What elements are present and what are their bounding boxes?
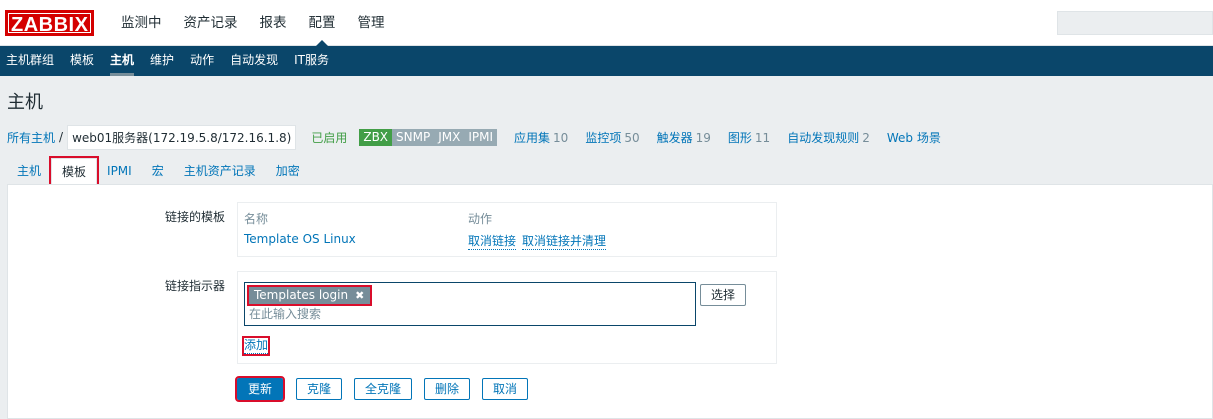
top-menu-administration[interactable]: 管理 bbox=[347, 0, 396, 46]
unlink-button[interactable]: 取消链接 bbox=[468, 232, 517, 250]
stat-graphs-count: 11 bbox=[754, 130, 771, 145]
tab-macros[interactable]: 宏 bbox=[142, 158, 174, 184]
update-button[interactable]: 更新 bbox=[234, 376, 286, 402]
stat-discovery-rules-label[interactable]: 自动发现规则 bbox=[787, 131, 859, 145]
host-breadcrumb-bar: 所有主机 / web01服务器(172.19.5.8/172.16.1.8) 已… bbox=[7, 124, 1213, 150]
zabbix-logo[interactable]: ZABBIX bbox=[5, 10, 95, 36]
linked-templates-label: 链接的模板 bbox=[164, 210, 225, 224]
availability-badges: ZBX SNMP JMX IPMI bbox=[359, 128, 498, 146]
badge-jmx: JMX bbox=[434, 128, 465, 146]
cancel-button[interactable]: 取消 bbox=[482, 378, 529, 400]
breadcrumb-all-hosts[interactable]: 所有主机 bbox=[7, 129, 55, 146]
top-menu-monitoring[interactable]: 监测中 bbox=[110, 0, 173, 46]
sub-menu-host-groups[interactable]: 主机群组 bbox=[0, 46, 62, 76]
stat-items[interactable]: 监控项 50 bbox=[585, 129, 639, 146]
stat-items-label[interactable]: 监控项 bbox=[585, 131, 621, 145]
sub-menu-actions[interactable]: 动作 bbox=[182, 46, 222, 76]
stat-discovery-rules-count: 2 bbox=[862, 130, 870, 145]
col-action-header: 动作 bbox=[468, 212, 493, 226]
full-clone-button[interactable]: 全克隆 bbox=[354, 378, 413, 400]
sub-menu-discovery[interactable]: 自动发现 bbox=[222, 46, 286, 76]
top-menu-inventory[interactable]: 资产记录 bbox=[173, 0, 249, 46]
stat-applications[interactable]: 应用集 10 bbox=[514, 129, 568, 146]
sub-menu-hosts[interactable]: 主机 bbox=[102, 46, 142, 76]
templates-form-panel: 链接的模板 名称 动作 Template OS Linux 取消链接 取消链接并… bbox=[7, 184, 1213, 419]
link-new-templates-label: 链接指示器 bbox=[164, 279, 225, 293]
tab-encryption[interactable]: 加密 bbox=[266, 158, 310, 184]
breadcrumb-separator: / bbox=[59, 130, 64, 144]
link-new-templates-box: Templates login ✖ 选择 添加 bbox=[237, 271, 777, 364]
tab-templates[interactable]: 模板 bbox=[49, 156, 100, 186]
stat-web-scenarios-label[interactable]: Web 场景 bbox=[887, 131, 941, 145]
stat-graphs-label[interactable]: 图形 bbox=[728, 131, 752, 145]
stat-triggers[interactable]: 触发器 19 bbox=[657, 129, 711, 146]
global-search-input[interactable] bbox=[1057, 11, 1213, 35]
linked-template-name[interactable]: Template OS Linux bbox=[244, 232, 356, 246]
sub-menu-maintenance[interactable]: 维护 bbox=[142, 46, 182, 76]
selected-template-chip: Templates login ✖ bbox=[246, 285, 373, 306]
remove-chip-icon[interactable]: ✖ bbox=[355, 287, 364, 304]
host-status-enabled[interactable]: 已启用 bbox=[311, 129, 347, 146]
top-menu-configuration[interactable]: 配置 bbox=[298, 0, 347, 47]
delete-button[interactable]: 删除 bbox=[424, 378, 471, 400]
top-menu: 监测中 资产记录 报表 配置 管理 bbox=[110, 0, 396, 47]
stat-applications-label[interactable]: 应用集 bbox=[514, 131, 550, 145]
host-tabs: 主机 模板 IPMI 宏 主机资产记录 加密 bbox=[7, 156, 310, 186]
page-title: 主机 bbox=[7, 92, 43, 113]
sub-menu-it-services[interactable]: IT服务 bbox=[286, 46, 337, 76]
sub-menu: 主机群组 模板 主机 维护 动作 自动发现 IT服务 bbox=[0, 46, 1213, 76]
stat-web-scenarios[interactable]: Web 场景 bbox=[887, 129, 941, 146]
breadcrumb-current-host[interactable]: web01服务器(172.19.5.8/172.16.1.8) bbox=[67, 124, 297, 150]
clone-button[interactable]: 克隆 bbox=[296, 378, 343, 400]
unlink-and-clear-button[interactable]: 取消链接并清理 bbox=[522, 232, 607, 250]
sub-menu-templates[interactable]: 模板 bbox=[62, 46, 102, 76]
badge-zbx: ZBX bbox=[359, 128, 393, 146]
tab-ipmi[interactable]: IPMI bbox=[97, 158, 142, 184]
badge-snmp: SNMP bbox=[392, 128, 435, 146]
stat-triggers-count: 19 bbox=[695, 130, 711, 145]
stat-triggers-label[interactable]: 触发器 bbox=[657, 131, 693, 145]
selected-template-label: Templates login bbox=[254, 288, 349, 302]
badge-ipmi: IPMI bbox=[464, 128, 498, 146]
add-template-link[interactable]: 添加 bbox=[241, 336, 271, 356]
stat-items-count: 50 bbox=[624, 130, 640, 145]
top-menu-reports[interactable]: 报表 bbox=[249, 0, 298, 46]
tab-host[interactable]: 主机 bbox=[7, 158, 51, 184]
stat-applications-count: 10 bbox=[553, 130, 569, 145]
stat-discovery-rules[interactable]: 自动发现规则 2 bbox=[787, 129, 870, 146]
stat-graphs[interactable]: 图形 11 bbox=[728, 129, 770, 146]
tab-host-inventory[interactable]: 主机资产记录 bbox=[174, 158, 266, 184]
template-search-input[interactable] bbox=[249, 306, 669, 322]
template-multiselect[interactable]: Templates login ✖ bbox=[244, 282, 696, 326]
col-name-header: 名称 bbox=[244, 212, 269, 226]
select-templates-button[interactable]: 选择 bbox=[700, 284, 747, 306]
top-header: ZABBIX 监测中 资产记录 报表 配置 管理 bbox=[0, 0, 1213, 47]
linked-templates-table: 名称 动作 Template OS Linux 取消链接 取消链接并清理 bbox=[237, 202, 777, 257]
